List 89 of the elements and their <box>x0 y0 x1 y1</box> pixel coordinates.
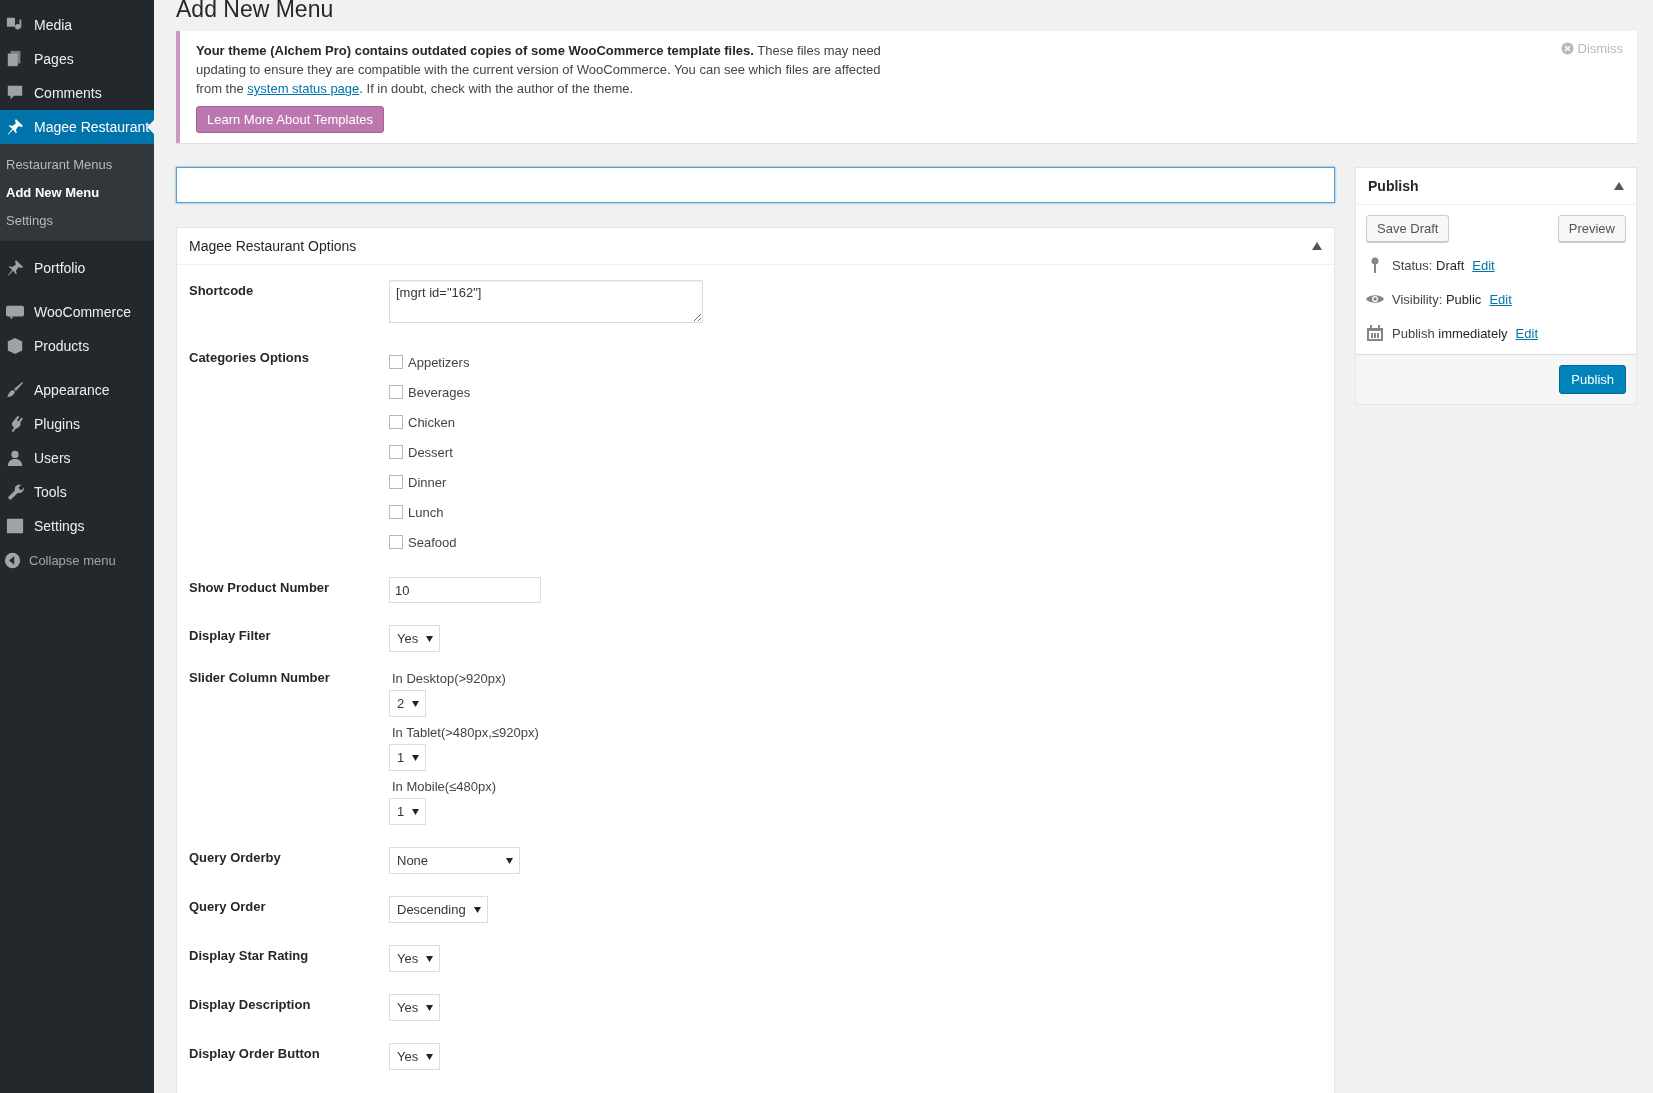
field-label: Display Description <box>189 996 312 1014</box>
caret-icon <box>426 1004 434 1011</box>
menu-item[interactable]: Media <box>0 8 154 42</box>
pin-icon <box>6 259 24 277</box>
publish-title: Publish <box>1368 178 1419 194</box>
caret-icon <box>426 1053 434 1060</box>
field-label: Display Star Rating <box>189 947 310 965</box>
user-icon <box>6 449 24 467</box>
menu-item[interactable]: Comments <box>0 76 154 110</box>
shortcode-field[interactable]: [mgrt id="162"] <box>389 280 703 323</box>
checkbox[interactable] <box>389 415 403 429</box>
caret-icon <box>426 635 434 642</box>
field-label: Display Order Button <box>189 1045 321 1063</box>
calendar-icon <box>1366 325 1384 341</box>
dropdown[interactable]: 1 <box>389 798 427 825</box>
menu-item[interactable]: Pages <box>0 42 154 76</box>
checkbox-label: Dessert <box>408 444 453 460</box>
preview-button[interactable]: Preview <box>1557 215 1626 242</box>
caret-icon <box>426 955 434 962</box>
close-icon <box>1560 42 1574 55</box>
device-label: In Mobile(≤480px) <box>391 779 497 794</box>
menu-item[interactable]: WooCommerce <box>0 295 154 329</box>
menu-item[interactable]: Magee Restaurant <box>0 110 154 144</box>
page-title: Add New Menu <box>176 0 335 23</box>
checkbox-label: Appetizers <box>408 354 470 370</box>
field-label: Display Filter <box>189 627 272 645</box>
field-label: Shortcode <box>189 282 255 300</box>
dropdown[interactable]: Descending <box>389 896 488 923</box>
woo-icon <box>6 303 24 321</box>
device-label: In Tablet(>480px,≤920px) <box>391 725 539 740</box>
field-label: Show Product Number <box>189 579 331 597</box>
checkbox[interactable] <box>389 385 403 399</box>
field-label: Slider Column Number <box>189 669 331 687</box>
save-draft-button[interactable]: Save Draft <box>1366 215 1450 242</box>
menu-item[interactable]: Portfolio <box>0 251 154 285</box>
device-label: In Desktop(>920px) <box>391 671 507 686</box>
submenu-item[interactable]: Add New Menu <box>0 179 154 207</box>
field-label: Query Order <box>189 898 267 916</box>
field-label: Categories Options <box>189 349 310 367</box>
edit-link[interactable]: Edit <box>1472 257 1495 273</box>
checkbox[interactable] <box>389 475 403 489</box>
visibility-text: Visibility: Public <box>1392 291 1482 307</box>
dropdown[interactable]: Yes <box>389 945 441 972</box>
wrench-icon <box>6 483 24 501</box>
checkbox[interactable] <box>389 535 403 549</box>
checkbox-label: Beverages <box>408 384 471 400</box>
caret-icon <box>412 754 420 761</box>
menu-item[interactable]: Products <box>0 329 154 363</box>
caret-icon <box>473 906 481 913</box>
menu-item[interactable]: Users <box>0 441 154 475</box>
submenu-item[interactable]: Restaurant Menus <box>0 151 154 179</box>
publish-button[interactable]: Publish <box>1559 365 1626 394</box>
panel-title: Magee Restaurant Options <box>189 238 357 254</box>
checkbox-label: Seafood <box>408 534 457 550</box>
checkbox[interactable] <box>389 505 403 519</box>
dropdown[interactable]: Yes <box>389 1043 441 1070</box>
checkbox-label: Chicken <box>408 414 455 430</box>
pin-icon <box>6 118 24 136</box>
collapse-icon <box>4 551 21 569</box>
dropdown[interactable]: None <box>389 847 520 874</box>
menu-item[interactable]: Appearance <box>0 373 154 407</box>
dropdown[interactable]: 1 <box>389 744 427 771</box>
checkbox[interactable] <box>389 355 403 369</box>
notice-text: Your theme (Alchem Pro) contains outdated copies of some WooCommerce template files. These files may need updating to ensure they are compatible with the current version of WooCommerce. You can see which files are affected from the system status page. If in doubt, check with the author of the theme. <box>196 42 882 98</box>
checkbox[interactable] <box>389 445 403 459</box>
dropdown[interactable]: 2 <box>389 690 427 717</box>
collapse-arrow-icon[interactable] <box>1614 182 1624 190</box>
field-label: Query Orderby <box>189 849 282 867</box>
schedule-text: Publish immediately <box>1392 325 1508 341</box>
dropdown[interactable]: Yes <box>389 994 441 1021</box>
collapse-menu-link[interactable]: Collapse menu <box>29 552 116 568</box>
brush-icon <box>6 381 24 399</box>
edit-link[interactable]: Edit <box>1515 325 1538 341</box>
dropdown[interactable]: Yes <box>389 625 441 652</box>
checkbox-label: Dinner <box>408 474 447 490</box>
edit-link[interactable]: Edit <box>1489 291 1512 307</box>
collapse-arrow-icon[interactable] <box>1312 242 1322 250</box>
checkbox-label: Lunch <box>408 504 444 520</box>
box-icon <box>6 337 24 355</box>
status-text: Status: Draft <box>1392 257 1465 273</box>
menu-item[interactable]: Plugins <box>0 407 154 441</box>
submenu-item[interactable]: Settings <box>0 207 154 235</box>
title-field[interactable] <box>176 167 1335 203</box>
caret-icon <box>412 700 420 707</box>
menu-item[interactable]: Settings <box>0 509 154 543</box>
input-field[interactable]: 10 <box>389 577 541 603</box>
caret-icon <box>412 808 420 815</box>
caret-icon <box>506 857 513 864</box>
menu-item[interactable]: Tools <box>0 475 154 509</box>
